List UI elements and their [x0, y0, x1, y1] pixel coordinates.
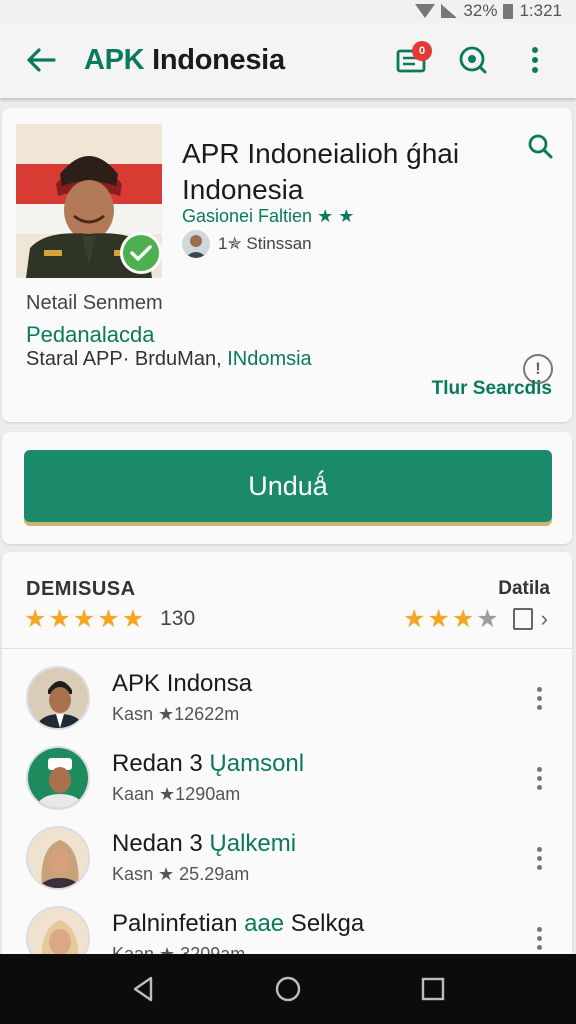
avatar: [26, 826, 90, 890]
inbox-button[interactable]: 0: [388, 37, 434, 83]
clock: 1:321: [519, 1, 562, 20]
star-icon: ★: [24, 605, 47, 633]
review-title: Redan 3 Ųamsonl: [112, 750, 304, 778]
battery-icon: [503, 3, 514, 19]
review-title-text: Nedan 3: [112, 830, 210, 857]
avatar: [26, 666, 90, 730]
more-vert-icon[interactable]: [526, 680, 552, 716]
notification-badge: 0: [412, 41, 432, 61]
review-meta: Kaan ★1290am: [112, 784, 241, 804]
review-title-text: APK Indonsa: [112, 670, 253, 697]
nav-recents-icon: [422, 977, 445, 1001]
review-title-text: Palninfetian: [112, 910, 245, 937]
nav-recents-button[interactable]: [411, 967, 455, 1011]
more-vert-icon[interactable]: [526, 840, 552, 876]
list-item[interactable]: APK Indonsa Kasn ★12622m: [2, 656, 572, 736]
star-icon: ★: [97, 605, 120, 633]
chevron-right-icon: ›: [540, 606, 548, 631]
nav-home-button[interactable]: [266, 967, 310, 1011]
star-empty-icon: ★: [476, 605, 499, 633]
rating-stars: ★ ★ ★ ★ ★ 130: [24, 606, 195, 632]
list-item[interactable]: Nedan 3 Ųalkemi Kasn ★ 25.29am: [2, 816, 572, 896]
ratings-heading: DEMISUSA: [26, 578, 136, 600]
detail-sub-country: INdomsia: [227, 348, 312, 370]
review-meta: Kasn ★ 25.29am: [112, 864, 250, 884]
more-vert-icon[interactable]: [526, 920, 552, 956]
review-meta: Kasn ★12622m: [112, 704, 240, 724]
review-title-accent: Ųamsonl: [209, 750, 305, 777]
more-vert-icon[interactable]: [526, 760, 552, 796]
title-green: APK: [84, 43, 145, 76]
ratings-card: DEMISUSA Datila ★ ★ ★ ★ ★ 130 ★ ★ ★ ★ › …: [2, 552, 572, 972]
detail-sub: Staral APP· BrduMan, INdomsia: [26, 348, 312, 371]
avatar: [182, 230, 210, 258]
info-icon: !: [535, 359, 541, 378]
search-icon: [528, 134, 553, 159]
review-title: APK Indonsa: [112, 670, 252, 698]
app-bar: APK Indonesia 0: [0, 22, 576, 98]
back-button[interactable]: [12, 30, 70, 90]
detail-sub-text: Staral APP· BrduMan,: [26, 348, 228, 370]
install-card: Unduǻ: [2, 432, 572, 544]
battery-percent: 32%: [463, 1, 498, 20]
avatar: [26, 746, 90, 810]
nav-back-icon: [133, 976, 152, 1002]
wifi-icon: [415, 4, 436, 18]
more-options-button[interactable]: [512, 37, 558, 83]
review-title-accent: Ųalkemi: [209, 830, 297, 857]
more-link[interactable]: Tlur Searcdis: [432, 378, 552, 400]
back-arrow-icon: [27, 48, 56, 72]
signal-icon: [441, 4, 458, 18]
star-icon: ★: [402, 605, 426, 633]
system-nav-bar: [0, 954, 576, 1024]
star-icon: ★: [48, 605, 71, 633]
mini-info-row: 1✯ Stinssan: [182, 230, 312, 258]
developer-name[interactable]: Gasionei Faltien ★ ★: [182, 206, 354, 227]
search-button[interactable]: [450, 37, 496, 83]
detail-link[interactable]: Pedanalacda: [26, 322, 154, 348]
ratings-details-link[interactable]: Datila: [498, 578, 550, 600]
nav-home-icon: [275, 976, 301, 1002]
more-vert-icon: [532, 47, 538, 73]
star-icon: ★: [427, 605, 450, 633]
search-app-button[interactable]: [526, 132, 556, 162]
search-circle-icon: [459, 46, 487, 74]
review-title-accent: aae: [244, 910, 285, 937]
review-title: Palninfetian aae Selkga: [112, 910, 364, 938]
detail-label: Netail Senmem: [26, 292, 163, 314]
title-plain: Indonesia: [152, 43, 285, 76]
app-name: APR Indoneialioh ǵhai Indonesia: [182, 138, 460, 205]
star-icon: ★: [72, 605, 96, 633]
star-icon: ★: [121, 605, 145, 633]
verified-icon: [130, 245, 152, 261]
copy-icon: [512, 608, 533, 630]
divider: [2, 648, 572, 649]
star-icon: ★: [451, 605, 475, 633]
rating-filter[interactable]: ★ ★ ★ ★ ›: [403, 606, 548, 632]
rating-count: 130: [160, 607, 196, 630]
nav-back-button[interactable]: [121, 967, 165, 1011]
review-title: Nedan 3 Ųalkemi: [112, 830, 296, 858]
review-title-text-2: Selkga: [284, 910, 365, 937]
app-bar-title: APK Indonesia: [84, 44, 285, 77]
verified-badge: [120, 232, 162, 274]
review-title-text: Redan 3: [112, 750, 210, 777]
mini-info-text: 1✯ Stinssan: [218, 234, 312, 253]
app-bar-actions: 0: [388, 37, 558, 83]
status-bar: 32% 1:321: [0, 0, 576, 22]
list-item[interactable]: Redan 3 Ųamsonl Kaan ★1290am: [2, 736, 572, 816]
install-button[interactable]: Unduǻ: [24, 450, 552, 522]
app-header-card: APR Indoneialioh ǵhai Indonesia Gasionei…: [2, 108, 572, 422]
